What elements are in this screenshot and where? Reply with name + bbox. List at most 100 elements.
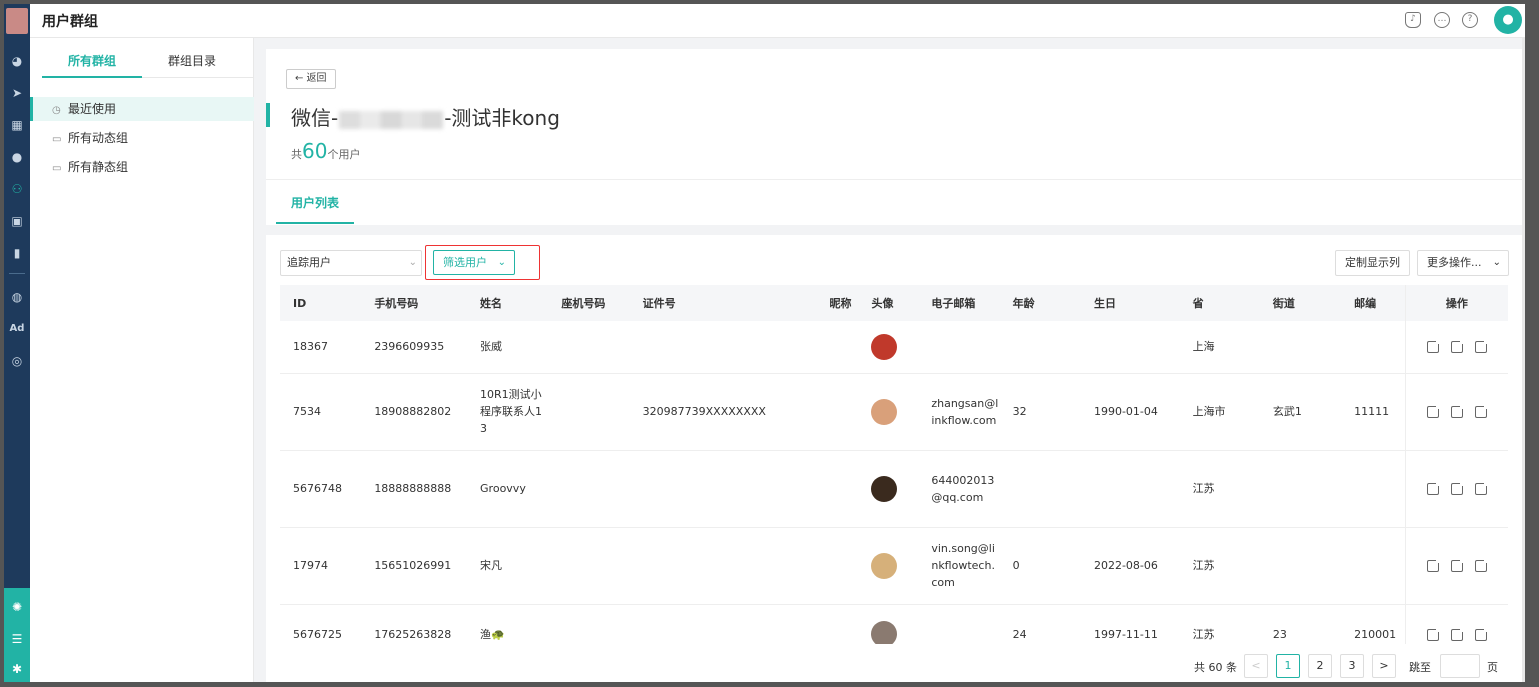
message-icon[interactable]: … <box>1434 12 1450 28</box>
add-to-group-icon[interactable] <box>1450 626 1465 641</box>
server-icon[interactable]: ☰ <box>8 630 26 648</box>
table-row[interactable]: 7534 18908882802 10R1测试小程序联系人13 320987739XX… <box>280 373 1508 451</box>
table-row[interactable]: 17974 15651026991 宋凡 vin.song@linkflowtech.… <box>280 527 1508 605</box>
jump-page-input[interactable] <box>1440 654 1480 678</box>
edit-icon[interactable] <box>1426 339 1441 354</box>
user-table: ID 手机号码 姓名 座机号码 证件号 昵称 头像 电子邮箱 年龄 生日 省 街… <box>280 285 1508 644</box>
target-icon[interactable]: ◎ <box>8 352 26 370</box>
table-viewport[interactable]: ID 手机号码 姓名 座机号码 证件号 昵称 头像 电子邮箱 年龄 生日 省 街… <box>266 285 1522 644</box>
page-scrollbar[interactable] <box>1522 38 1525 682</box>
user-avatar[interactable]: ● <box>1494 6 1522 34</box>
add-to-group-icon[interactable] <box>1450 558 1465 572</box>
cell-name: 张威 <box>467 321 549 374</box>
col-header[interactable]: 街道 <box>1259 285 1342 321</box>
prev-page-button[interactable]: < <box>1244 654 1268 678</box>
view-icon[interactable] <box>1474 339 1489 354</box>
cell-name: 10R1测试小程序联系人13 <box>467 373 549 451</box>
view-icon[interactable] <box>1474 404 1489 418</box>
col-header[interactable]: 座机号码 <box>548 285 630 321</box>
group-icon[interactable]: ⚇ <box>8 180 26 198</box>
cell-zip <box>1341 321 1406 374</box>
tab-user-list[interactable]: 用户列表 <box>276 183 354 224</box>
col-header[interactable]: 昵称 <box>780 285 866 321</box>
sidebar-item-recent[interactable]: ◷ 最近使用 <box>30 97 254 121</box>
col-header[interactable]: 电子邮箱 <box>918 285 1000 321</box>
table-row[interactable]: 5676725 17625263828 渔🐢 24 1997-11-11 江苏 23 2100… <box>280 604 1508 644</box>
send-icon[interactable]: ➤ <box>8 84 26 102</box>
add-to-group-icon[interactable] <box>1450 481 1465 495</box>
back-button[interactable]: ← 返回 <box>286 69 336 89</box>
custom-columns-button[interactable]: 定制显示列 <box>1335 250 1410 276</box>
col-header[interactable]: 邮编 <box>1341 285 1406 321</box>
wechat-icon[interactable]: ◍ <box>8 288 26 306</box>
cell-nickname <box>780 604 866 644</box>
sidebar-item-label: 所有静态组 <box>68 160 129 174</box>
cell-province: 江苏 <box>1179 450 1260 528</box>
avatar[interactable] <box>871 552 898 579</box>
avatar-cell <box>865 321 919 374</box>
col-header[interactable]: 姓名 <box>467 285 549 321</box>
cell-age: 0 <box>999 527 1081 605</box>
col-header[interactable]: 省 <box>1179 285 1260 321</box>
edit-icon[interactable] <box>1426 626 1441 641</box>
chart-icon[interactable]: ▮ <box>8 244 26 262</box>
cell-street: 23 <box>1259 604 1342 644</box>
cell-landline <box>548 604 630 644</box>
table-row[interactable]: 5676748 18888888888 Groovvy 644002013@qq.co… <box>280 450 1508 528</box>
page-1-button[interactable]: 1 <box>1276 654 1300 678</box>
tab-group-directory[interactable]: 群组目录 <box>142 52 242 69</box>
tab-all-groups[interactable]: 所有群组 <box>42 52 142 69</box>
col-header[interactable]: ID <box>280 285 362 321</box>
avatar[interactable] <box>871 398 898 425</box>
settings-icon[interactable]: ✱ <box>8 660 26 678</box>
cell-birthday: 1990-01-04 <box>1080 373 1180 451</box>
cell-email <box>918 321 1000 374</box>
cell-landline <box>548 450 630 528</box>
person-icon[interactable]: ● <box>8 148 26 166</box>
col-header[interactable]: 头像 <box>865 285 919 321</box>
avatar[interactable] <box>871 621 898 644</box>
cell-email: 644002013@qq.com <box>918 450 1000 528</box>
sidebar-item-label: 最近使用 <box>68 102 117 116</box>
sidebar-item-static-groups[interactable]: ▭ 所有静态组 <box>30 155 254 179</box>
rail-bottom-panel: ✺ ☰ ✱ <box>4 588 30 682</box>
bookmark-icon[interactable]: ▣ <box>8 212 26 230</box>
page-2-button[interactable]: 2 <box>1308 654 1332 678</box>
col-header[interactable]: 年龄 <box>999 285 1081 321</box>
table-icon[interactable]: ▦ <box>8 116 26 134</box>
cell-province: 江苏 <box>1179 527 1260 605</box>
page-3-button[interactable]: 3 <box>1340 654 1364 678</box>
main-content: ← 返回 微信- -测试非kong 共60个用户 用户列表 追踪用户 ⌄ 筛选用户… <box>266 49 1522 682</box>
sidebar-item-dynamic-groups[interactable]: ▭ 所有动态组 <box>30 126 254 150</box>
col-header[interactable]: 生日 <box>1080 285 1180 321</box>
edit-icon[interactable] <box>1426 404 1441 418</box>
view-icon[interactable] <box>1474 558 1489 572</box>
avatar-cell <box>865 373 919 451</box>
cell-street <box>1259 527 1342 605</box>
col-header[interactable]: 手机号码 <box>361 285 468 321</box>
add-to-group-icon[interactable] <box>1450 404 1465 418</box>
cell-birthday <box>1080 450 1180 528</box>
edit-icon[interactable] <box>1426 558 1441 572</box>
add-to-group-icon[interactable] <box>1450 339 1465 354</box>
edit-icon[interactable] <box>1426 481 1441 495</box>
table-row[interactable]: 18367 2396609935 张威 上海 <box>280 321 1508 374</box>
avatar[interactable] <box>871 475 898 502</box>
track-user-select[interactable]: 追踪用户 ⌄ <box>280 250 422 276</box>
rail-divider <box>9 273 25 274</box>
cell-nickname <box>780 321 866 374</box>
support-icon[interactable]: ✺ <box>8 598 26 616</box>
bell-icon[interactable]: ♪ <box>1405 12 1421 28</box>
view-icon[interactable] <box>1474 626 1489 641</box>
cell-street <box>1259 321 1342 374</box>
more-actions-button[interactable]: 更多操作... ⌄ <box>1417 250 1509 276</box>
filter-users-button[interactable]: 筛选用户 ⌄ <box>433 250 515 275</box>
next-page-button[interactable]: > <box>1372 654 1396 678</box>
view-icon[interactable] <box>1474 481 1489 495</box>
col-header[interactable]: 证件号 <box>629 285 781 321</box>
help-icon[interactable]: ? <box>1462 12 1478 28</box>
avatar[interactable] <box>871 333 898 360</box>
dashboard-icon[interactable]: ◕ <box>8 52 26 70</box>
ad-icon[interactable]: Ad <box>8 320 26 338</box>
cell-idcard <box>629 527 781 605</box>
